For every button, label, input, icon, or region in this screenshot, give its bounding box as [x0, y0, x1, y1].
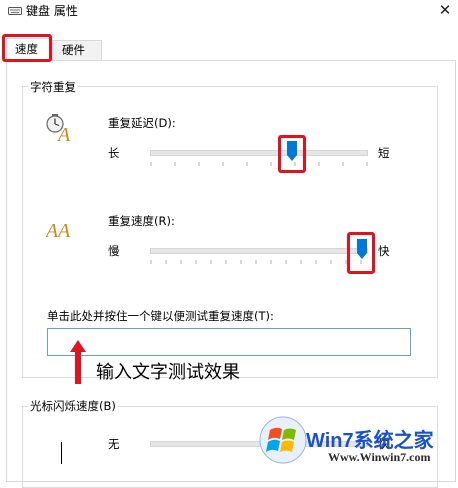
repeat-delay-label: 重复延迟(D):: [108, 116, 176, 130]
repeat-delay-short-label: 短: [378, 146, 390, 160]
repeat-rate-label: 重复速度(R):: [108, 214, 175, 228]
repeat-rate-icon: A A: [46, 220, 71, 241]
repeat-rate-highlight-box: [347, 232, 375, 274]
test-field-label: 单击此处并按住一个键以便测试重复速度(T):: [47, 309, 274, 323]
repeat-delay-long-label: 长: [108, 146, 120, 160]
close-button[interactable]: ✕: [434, 0, 456, 20]
repeat-delay-highlight-box: [278, 135, 306, 173]
windows-logo-icon: [259, 416, 307, 464]
repeat-rate-slow-label: 慢: [108, 244, 120, 258]
keyboard-icon: [8, 7, 22, 15]
cursor-preview: [61, 442, 62, 464]
repeat-rate-fast-label: 快: [378, 244, 390, 258]
repeat-delay-ticks: [150, 162, 368, 166]
svg-text:A: A: [56, 124, 71, 143]
repeat-delay-track: [150, 150, 368, 156]
tab-hardware-label: 硬件: [62, 43, 85, 57]
annotation-text: 输入文字测试效果: [96, 362, 240, 383]
watermark-url: Www.Winwin7.com: [328, 450, 431, 464]
repeat-test-input[interactable]: [47, 328, 411, 356]
cursor-blink-none-label: 无: [108, 437, 120, 451]
char-repeat-title: 字符重复: [28, 80, 78, 94]
repeat-rate-ticks: [150, 260, 362, 264]
tab-highlight-box: [2, 34, 52, 62]
annotation-arrow: [70, 340, 86, 384]
tab-hardware[interactable]: 硬件: [52, 40, 102, 61]
repeat-delay-icon: A: [46, 114, 71, 143]
window-title: 键盘 属性: [26, 4, 78, 18]
repeat-rate-track: [150, 248, 368, 254]
svg-text:A: A: [56, 220, 71, 241]
watermark-text: Win7系统之家: [306, 430, 434, 452]
cursor-blink-title: 光标闪烁速度(B): [28, 399, 118, 413]
